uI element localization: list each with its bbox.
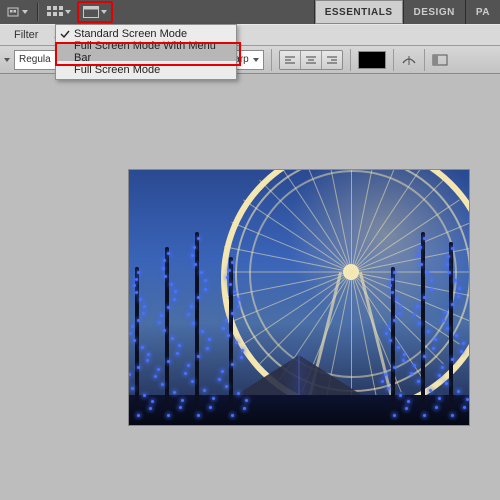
separator [393,49,394,71]
workspace-tab-essentials[interactable]: ESSENTIALS [314,0,403,24]
align-left-button[interactable] [280,51,301,69]
dropdown-item-label: Standard Screen Mode [74,28,236,40]
screen-mode-button-highlight [77,1,113,23]
align-right-icon [326,55,338,65]
bridge-icon [6,5,20,19]
align-center-button[interactable] [301,51,322,69]
screen-mode-icon [83,6,99,18]
font-style-dropdown[interactable]: Regula [14,50,56,70]
chevron-down-icon [22,9,28,15]
chevron-down-icon [101,9,107,15]
workspace-tab-design[interactable]: DESIGN [403,0,465,24]
panels-icon [432,54,448,66]
chevron-down-icon [253,57,259,63]
screen-mode-button[interactable] [80,2,110,22]
image-ground [129,395,469,425]
launch-bridge-button[interactable] [2,1,32,23]
chevron-down-icon [4,57,10,63]
separator [350,49,351,71]
chevron-down-icon [65,9,71,15]
align-center-icon [305,55,317,65]
workspace-switcher: ESSENTIALS DESIGN PA [314,0,500,24]
workspace-tab-painting[interactable]: PA [465,0,500,24]
font-style-value: Regula [19,54,51,65]
dropdown-item-label: Full Screen Mode [74,64,236,76]
application-bar: ESSENTIALS DESIGN PA [0,0,500,24]
align-right-button[interactable] [322,51,342,69]
check-icon [56,29,74,39]
separator [271,49,272,71]
warp-text-button[interactable] [401,53,417,67]
grid-thumbs-icon [47,6,63,18]
dropdown-item-label: Full Screen Mode With Menu Bar [74,40,236,64]
warp-text-icon [401,53,417,67]
separator [424,49,425,71]
dropdown-item-full-screen-mode[interactable]: Full Screen Mode [56,61,236,79]
toggle-panels-button[interactable] [432,54,448,66]
text-align-group [279,50,343,70]
text-color-swatch[interactable] [358,51,386,69]
view-extras-button[interactable] [43,1,75,23]
application-bar-left [2,1,113,23]
separator [37,3,38,21]
document-canvas[interactable] [128,169,470,426]
align-left-icon [284,55,296,65]
dropdown-item-full-screen-with-menu-bar[interactable]: Full Screen Mode With Menu Bar [56,43,236,61]
screen-mode-dropdown: Standard Screen Mode Full Screen Mode Wi… [55,24,237,80]
menu-filter[interactable]: Filter [6,25,46,45]
